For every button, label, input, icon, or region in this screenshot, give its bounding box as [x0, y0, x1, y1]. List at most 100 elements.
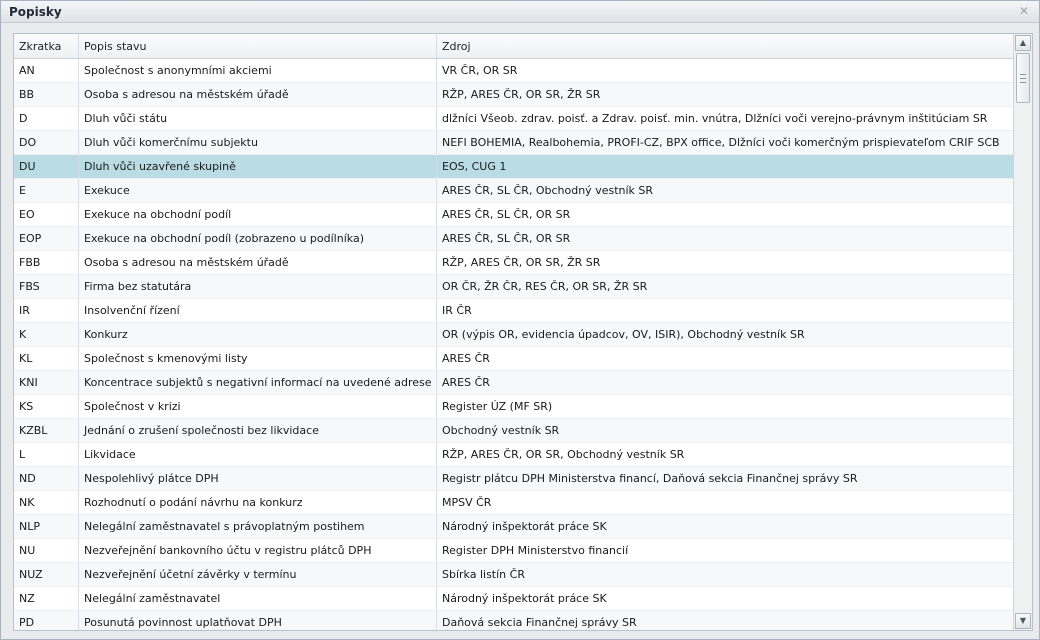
cell-zkratka: NLP [14, 515, 79, 538]
cell-zdroj: ARES ČR [442, 376, 490, 389]
cell-zdroj: Register ÚZ (MF SR) [442, 400, 553, 413]
cell-zdroj: Register DPH Ministerstvo financií [442, 544, 629, 557]
cell-zkratka: NK [14, 491, 79, 514]
cell-zdroj: NEFI BOHEMIA, Realbohemia, PROFI-CZ, BPX… [442, 136, 1000, 149]
cell-zdroj: OR (výpis OR, evidencia úpadcov, OV, ISI… [442, 328, 805, 341]
cell-zdroj: EOS, CUG 1 [442, 160, 507, 173]
cell-zdroj: MPSV ČR [442, 496, 492, 509]
cell-zkratka: D [14, 107, 79, 130]
cell-zdroj: ARES ČR [442, 352, 490, 365]
table-row[interactable]: NK Rozhodnutí o podání návrhu na konkurz M… [14, 491, 1015, 515]
table-row[interactable]: ND Nespolehlivý plátce DPH Registr plátcu … [14, 467, 1015, 491]
table-row[interactable]: K Konkurz OR (výpis OR, evidencia úpadcov,… [14, 323, 1015, 347]
table-row[interactable]: KZBL Jednání o zrušení společnosti bez li… [14, 419, 1015, 443]
cell-popis-stavu: Dluh vůči uzavřené skupině [79, 155, 437, 178]
cell-zkratka: NU [14, 539, 79, 562]
cell-popis-stavu: Rozhodnutí o podání návrhu na konkurz [79, 491, 437, 514]
table-row[interactable]: DU Dluh vůči uzavřené skupině EOS, CUG 1 [14, 155, 1015, 179]
column-header-zdroj[interactable]: Zdroj [437, 34, 1015, 58]
table-row[interactable]: NLP Nelegální zaměstnavatel s právoplatný… [14, 515, 1015, 539]
table-header: Zkratka Popis stavu Zdroj [14, 34, 1015, 59]
table-row[interactable]: E Exekuce ARES ČR, SL ČR, Obchodný vestník… [14, 179, 1015, 203]
cell-popis-stavu: Společnost s anonymními akciemi [79, 59, 437, 82]
close-icon[interactable]: ✕ [1017, 4, 1031, 18]
cell-zkratka: EOP [14, 227, 79, 250]
table-row[interactable]: AN Společnost s anonymními akciemi VR ČR, … [14, 59, 1015, 83]
cell-popis-stavu: Nelegální zaměstnavatel [79, 587, 437, 610]
vertical-scrollbar[interactable]: ▲ ▼ [1013, 34, 1032, 630]
cell-popis-stavu: Posunutá povinnost uplatňovat DPH [79, 611, 437, 630]
cell-zdroj: RŽP, ARES ČR, OR SR, ŽR SR [442, 256, 601, 269]
table-row[interactable]: KS Společnost v krizi Register ÚZ (MF SR) [14, 395, 1015, 419]
cell-zdroj: IR ČR [442, 304, 472, 317]
popisky-dialog: Popisky ✕ Zkratka Popis stavu Zdroj AN Sp… [0, 0, 1040, 640]
cell-zkratka: DO [14, 131, 79, 154]
table-row[interactable]: NZ Nelegální zaměstnavatel Národný inšpekt… [14, 587, 1015, 611]
cell-zkratka: K [14, 323, 79, 346]
cell-zkratka: ND [14, 467, 79, 490]
scroll-down-arrow-icon[interactable]: ▼ [1015, 613, 1031, 629]
cell-popis-stavu: Likvidace [79, 443, 437, 466]
labels-table: Zkratka Popis stavu Zdroj AN Společnost s… [14, 34, 1015, 630]
table-row[interactable]: IR Insolvenční řízení IR ČR [14, 299, 1015, 323]
cell-popis-stavu: Dluh vůči komerčnímu subjektu [79, 131, 437, 154]
table-row[interactable]: KL Společnost s kmenovými listy ARES ČR [14, 347, 1015, 371]
cell-zkratka: KNI [14, 371, 79, 394]
table-row[interactable]: PD Posunutá povinnost uplatňovat DPH Daňov… [14, 611, 1015, 630]
column-header-zkratka[interactable]: Zkratka [14, 34, 79, 58]
cell-popis-stavu: Exekuce na obchodní podíl (zobrazeno u p… [79, 227, 437, 250]
cell-popis-stavu: Insolvenční řízení [79, 299, 437, 322]
cell-popis-stavu: Nespolehlivý plátce DPH [79, 467, 437, 490]
cell-zkratka: KS [14, 395, 79, 418]
table-row[interactable]: KNI Koncentrace subjektů s negativní info… [14, 371, 1015, 395]
cell-zkratka: FBS [14, 275, 79, 298]
cell-popis-stavu: Konkurz [79, 323, 437, 346]
cell-zkratka: KL [14, 347, 79, 370]
cell-zkratka: EO [14, 203, 79, 226]
cell-popis-stavu: Nelegální zaměstnavatel s právoplatným p… [79, 515, 437, 538]
cell-popis-stavu: Společnost s kmenovými listy [79, 347, 437, 370]
cell-zdroj: Národný inšpektorát práce SK [442, 520, 607, 533]
table-row[interactable]: NUZ Nezveřejnění účetní závěrky v termínu… [14, 563, 1015, 587]
table-row[interactable]: FBB Osoba s adresou na městském úřadě RŽP,… [14, 251, 1015, 275]
cell-zkratka: IR [14, 299, 79, 322]
grip-icon [1020, 74, 1026, 83]
cell-zkratka: E [14, 179, 79, 202]
table-row[interactable]: BB Osoba s adresou na městském úřadě RŽP, … [14, 83, 1015, 107]
column-header-popis-stavu[interactable]: Popis stavu [79, 34, 437, 58]
table-row[interactable]: FBS Firma bez statutára OR ČR, ŽR ČR, RES … [14, 275, 1015, 299]
dialog-title: Popisky [9, 5, 62, 19]
scroll-up-arrow-icon[interactable]: ▲ [1015, 35, 1031, 51]
table-row[interactable]: D Dluh vůči státu dlžníci Všeob. zdrav. po… [14, 107, 1015, 131]
cell-zdroj: OR ČR, ŽR ČR, RES ČR, OR SR, ŽR SR [442, 280, 648, 293]
scroll-thumb[interactable] [1016, 53, 1030, 103]
cell-zkratka: L [14, 443, 79, 466]
table-row[interactable]: NU Nezveřejnění bankovního účtu v registr… [14, 539, 1015, 563]
cell-popis-stavu: Osoba s adresou na městském úřadě [79, 251, 437, 274]
cell-popis-stavu: Osoba s adresou na městském úřadě [79, 83, 437, 106]
cell-popis-stavu: Exekuce [79, 179, 437, 202]
cell-zdroj: Obchodný vestník SR [442, 424, 560, 437]
cell-zkratka: AN [14, 59, 79, 82]
labels-table-panel: Zkratka Popis stavu Zdroj AN Společnost s… [13, 33, 1033, 631]
cell-popis-stavu: Společnost v krizi [79, 395, 437, 418]
table-row[interactable]: EO Exekuce na obchodní podíl ARES ČR, SL Č… [14, 203, 1015, 227]
cell-zdroj: Národný inšpektorát práce SK [442, 592, 607, 605]
cell-popis-stavu: Jednání o zrušení společnosti bez likvid… [79, 419, 437, 442]
cell-zdroj: RŽP, ARES ČR, OR SR, ŽR SR [442, 88, 601, 101]
cell-zdroj: Daňová sekcia Finančnej správy SR [442, 616, 637, 629]
cell-zdroj: RŽP, ARES ČR, OR SR, Obchodný vestník SR [442, 448, 685, 461]
cell-zkratka: NUZ [14, 563, 79, 586]
table-row[interactable]: L Likvidace RŽP, ARES ČR, OR SR, Obchodný … [14, 443, 1015, 467]
cell-zdroj: Sbírka listín ČR [442, 568, 525, 581]
table-row[interactable]: EOP Exekuce na obchodní podíl (zobrazeno … [14, 227, 1015, 251]
cell-zdroj: ARES ČR, SL ČR, OR SR [442, 208, 571, 221]
cell-zdroj: Registr plátcu DPH Ministerstva financí,… [442, 472, 858, 485]
cell-zkratka: DU [14, 155, 79, 178]
cell-popis-stavu: Nezveřejnění účetní závěrky v termínu [79, 563, 437, 586]
table-row[interactable]: DO Dluh vůči komerčnímu subjektu NEFI BOHE… [14, 131, 1015, 155]
cell-popis-stavu: Dluh vůči státu [79, 107, 437, 130]
cell-zkratka: BB [14, 83, 79, 106]
cell-zkratka: PD [14, 611, 79, 630]
cell-popis-stavu: Firma bez statutára [79, 275, 437, 298]
